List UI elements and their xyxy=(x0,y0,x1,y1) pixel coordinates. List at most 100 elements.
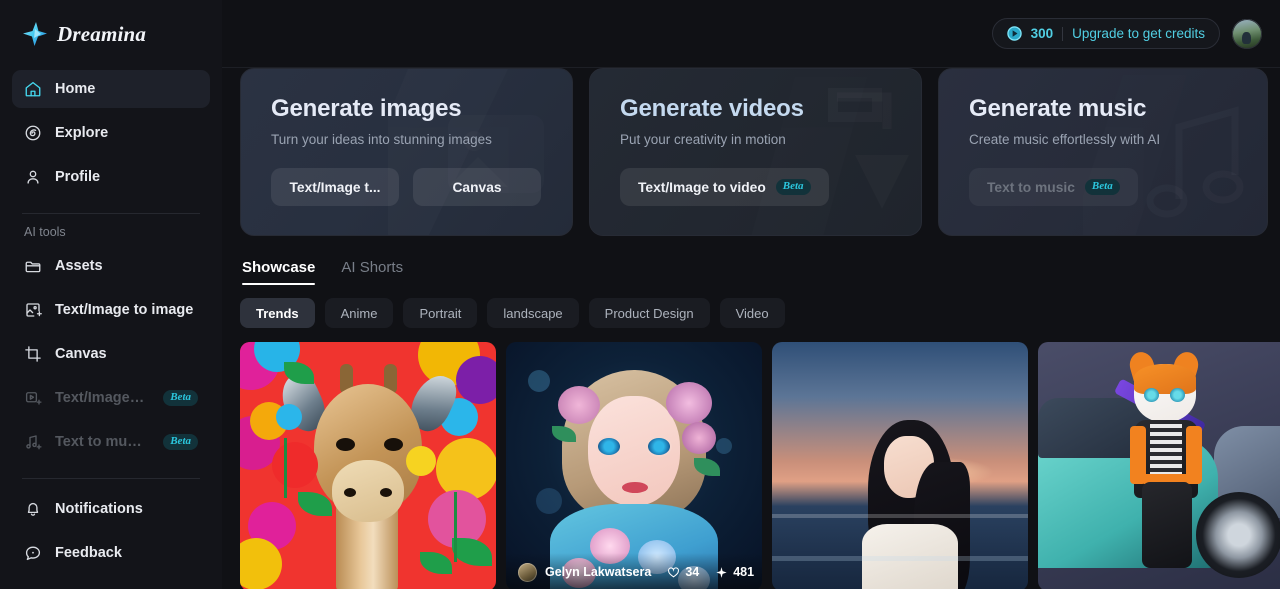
chip-video[interactable]: Video xyxy=(719,298,785,328)
chip-label: Trends xyxy=(256,305,299,321)
sidebar-item-text-to-music[interactable]: Text to music Beta xyxy=(12,423,210,461)
credits-pill[interactable]: 300 Upgrade to get credits xyxy=(991,18,1220,49)
sidebar-item-notifications[interactable]: Notifications xyxy=(12,490,210,528)
hero-card-generate-music: Generate music Create music effortlessly… xyxy=(938,68,1268,236)
brand-name: Dreamina xyxy=(57,21,147,46)
artwork-cat-character-with-car xyxy=(1038,342,1280,589)
button-label: Text/Image t... xyxy=(289,179,381,195)
hero-buttons: Text/Image to video Beta xyxy=(620,168,891,206)
sidebar-item-text-image-to-video[interactable]: Text/Image t... Beta xyxy=(12,379,210,417)
hero-subtitle: Put your creativity in motion xyxy=(620,132,786,147)
sidebar-divider-bottom xyxy=(22,478,200,479)
artwork-giraffe-with-flowers xyxy=(240,342,496,589)
hero-card-generate-images: Generate images Turn your ideas into stu… xyxy=(240,68,573,236)
gallery-item-meta: Gelyn Lakwatsera 34 481 xyxy=(506,553,762,589)
hero-card-generate-videos: Generate videos Put your creativity in m… xyxy=(589,68,922,236)
heart-icon xyxy=(668,566,680,577)
button-label: Canvas xyxy=(452,179,502,195)
category-filter-chips: Trends Anime Portrait landscape Product … xyxy=(240,285,1262,328)
content-area: Generate images Turn your ideas into stu… xyxy=(222,68,1280,589)
tab-label: Showcase xyxy=(242,259,316,276)
chip-portrait[interactable]: Portrait xyxy=(403,298,478,328)
sidebar-item-canvas[interactable]: Canvas xyxy=(12,335,210,373)
sparkle-icon xyxy=(716,566,727,578)
sidebar-item-text-image-to-video-label: Text/Image t... xyxy=(55,390,145,406)
sidebar: Dreamina Home Explore Profile AI tools A… xyxy=(0,0,222,589)
music-plus-icon xyxy=(24,433,42,451)
chip-product-design[interactable]: Product Design xyxy=(588,298,710,328)
hero-title: Generate images xyxy=(271,95,462,122)
sidebar-primary-nav: Home Explore Profile xyxy=(12,68,210,202)
credits-separator xyxy=(1062,26,1064,41)
hero-buttons: Text to music Beta xyxy=(969,168,1237,206)
chip-trends[interactable]: Trends xyxy=(240,298,315,328)
author-name: Gelyn Lakwatsera xyxy=(545,565,652,579)
gallery-item[interactable] xyxy=(240,342,496,589)
sidebar-item-explore[interactable]: Explore xyxy=(12,114,210,152)
like-count[interactable]: 34 xyxy=(667,565,699,579)
brand-logo[interactable]: Dreamina xyxy=(12,0,210,68)
sidebar-bottom-nav: Notifications Feedback xyxy=(12,490,210,578)
bell-icon xyxy=(24,500,42,518)
hero-cards-row: Generate images Turn your ideas into stu… xyxy=(240,68,1268,236)
chip-anime[interactable]: Anime xyxy=(324,298,394,328)
crop-icon xyxy=(24,345,42,363)
chip-label: Anime xyxy=(340,305,378,321)
beta-badge: Beta xyxy=(775,178,811,196)
gallery-item[interactable]: Gelyn Lakwatsera 34 481 xyxy=(506,342,762,589)
gallery-item[interactable] xyxy=(1038,342,1280,589)
top-header: 300 Upgrade to get credits xyxy=(222,0,1280,68)
coin-icon xyxy=(1006,26,1022,41)
canvas-button[interactable]: Canvas xyxy=(413,168,541,206)
dreamina-app: Dreamina Home Explore Profile AI tools A… xyxy=(0,0,1280,589)
sidebar-section-label: AI tools xyxy=(24,225,66,239)
hero-title: Generate music xyxy=(969,95,1147,122)
sidebar-item-canvas-label: Canvas xyxy=(55,346,107,362)
sidebar-item-feedback[interactable]: Feedback xyxy=(12,534,210,572)
beta-badge: Beta xyxy=(163,389,198,407)
video-plus-icon xyxy=(24,389,42,407)
tab-label: AI Shorts xyxy=(341,259,404,276)
text-image-to-image-button[interactable]: Text/Image t... xyxy=(271,168,399,206)
text-to-music-button[interactable]: Text to music Beta xyxy=(969,168,1138,206)
star-logo-icon xyxy=(23,22,47,46)
folder-icon xyxy=(24,257,42,275)
tab-showcase[interactable]: Showcase xyxy=(242,259,316,285)
hero-buttons: Text/Image t... Canvas xyxy=(271,168,542,206)
sparkle-count: 481 xyxy=(715,565,754,579)
chip-label: Video xyxy=(735,305,769,321)
hero-subtitle: Turn your ideas into stunning images xyxy=(271,132,492,147)
text-image-to-video-button[interactable]: Text/Image to video Beta xyxy=(620,168,829,206)
gallery-item[interactable] xyxy=(772,342,1028,589)
sidebar-item-text-image-to-image[interactable]: Text/Image to image xyxy=(12,291,210,329)
sidebar-item-assets[interactable]: Assets xyxy=(12,247,210,285)
upgrade-link[interactable]: Upgrade to get credits xyxy=(1072,26,1205,41)
sidebar-tools-nav: Assets Text/Image to image Canvas Text/I… xyxy=(12,247,210,467)
like-count-value: 34 xyxy=(685,565,700,579)
sidebar-item-home[interactable]: Home xyxy=(12,70,210,108)
main-area: 300 Upgrade to get credits Generate imag… xyxy=(222,0,1280,589)
avatar[interactable] xyxy=(1232,18,1262,49)
sidebar-item-profile[interactable]: Profile xyxy=(12,158,210,196)
chip-label: Product Design xyxy=(604,305,694,321)
beta-badge: Beta xyxy=(163,433,198,451)
sidebar-item-text-image-to-image-label: Text/Image to image xyxy=(55,302,194,318)
sparkle-count-value: 481 xyxy=(733,565,755,579)
button-label: Text to music xyxy=(987,179,1075,195)
chip-label: Portrait xyxy=(419,305,462,321)
author-avatar xyxy=(518,562,537,582)
sidebar-divider-top xyxy=(22,213,200,214)
artwork-woman-at-sunset-beach xyxy=(772,342,1028,589)
tab-ai-shorts[interactable]: AI Shorts xyxy=(341,259,403,285)
sidebar-item-profile-label: Profile xyxy=(55,169,101,185)
chip-landscape[interactable]: landscape xyxy=(487,298,579,328)
sidebar-item-assets-label: Assets xyxy=(55,258,103,274)
compass-icon xyxy=(24,124,42,142)
chip-label: landscape xyxy=(503,305,563,321)
sidebar-item-home-label: Home xyxy=(55,81,96,97)
hero-subtitle: Create music effortlessly with AI xyxy=(969,132,1161,147)
showcase-tabs: Showcase AI Shorts xyxy=(240,236,1262,285)
beta-badge: Beta xyxy=(1084,178,1120,196)
sidebar-item-text-to-music-label: Text to music xyxy=(55,434,145,450)
home-icon xyxy=(24,80,42,98)
